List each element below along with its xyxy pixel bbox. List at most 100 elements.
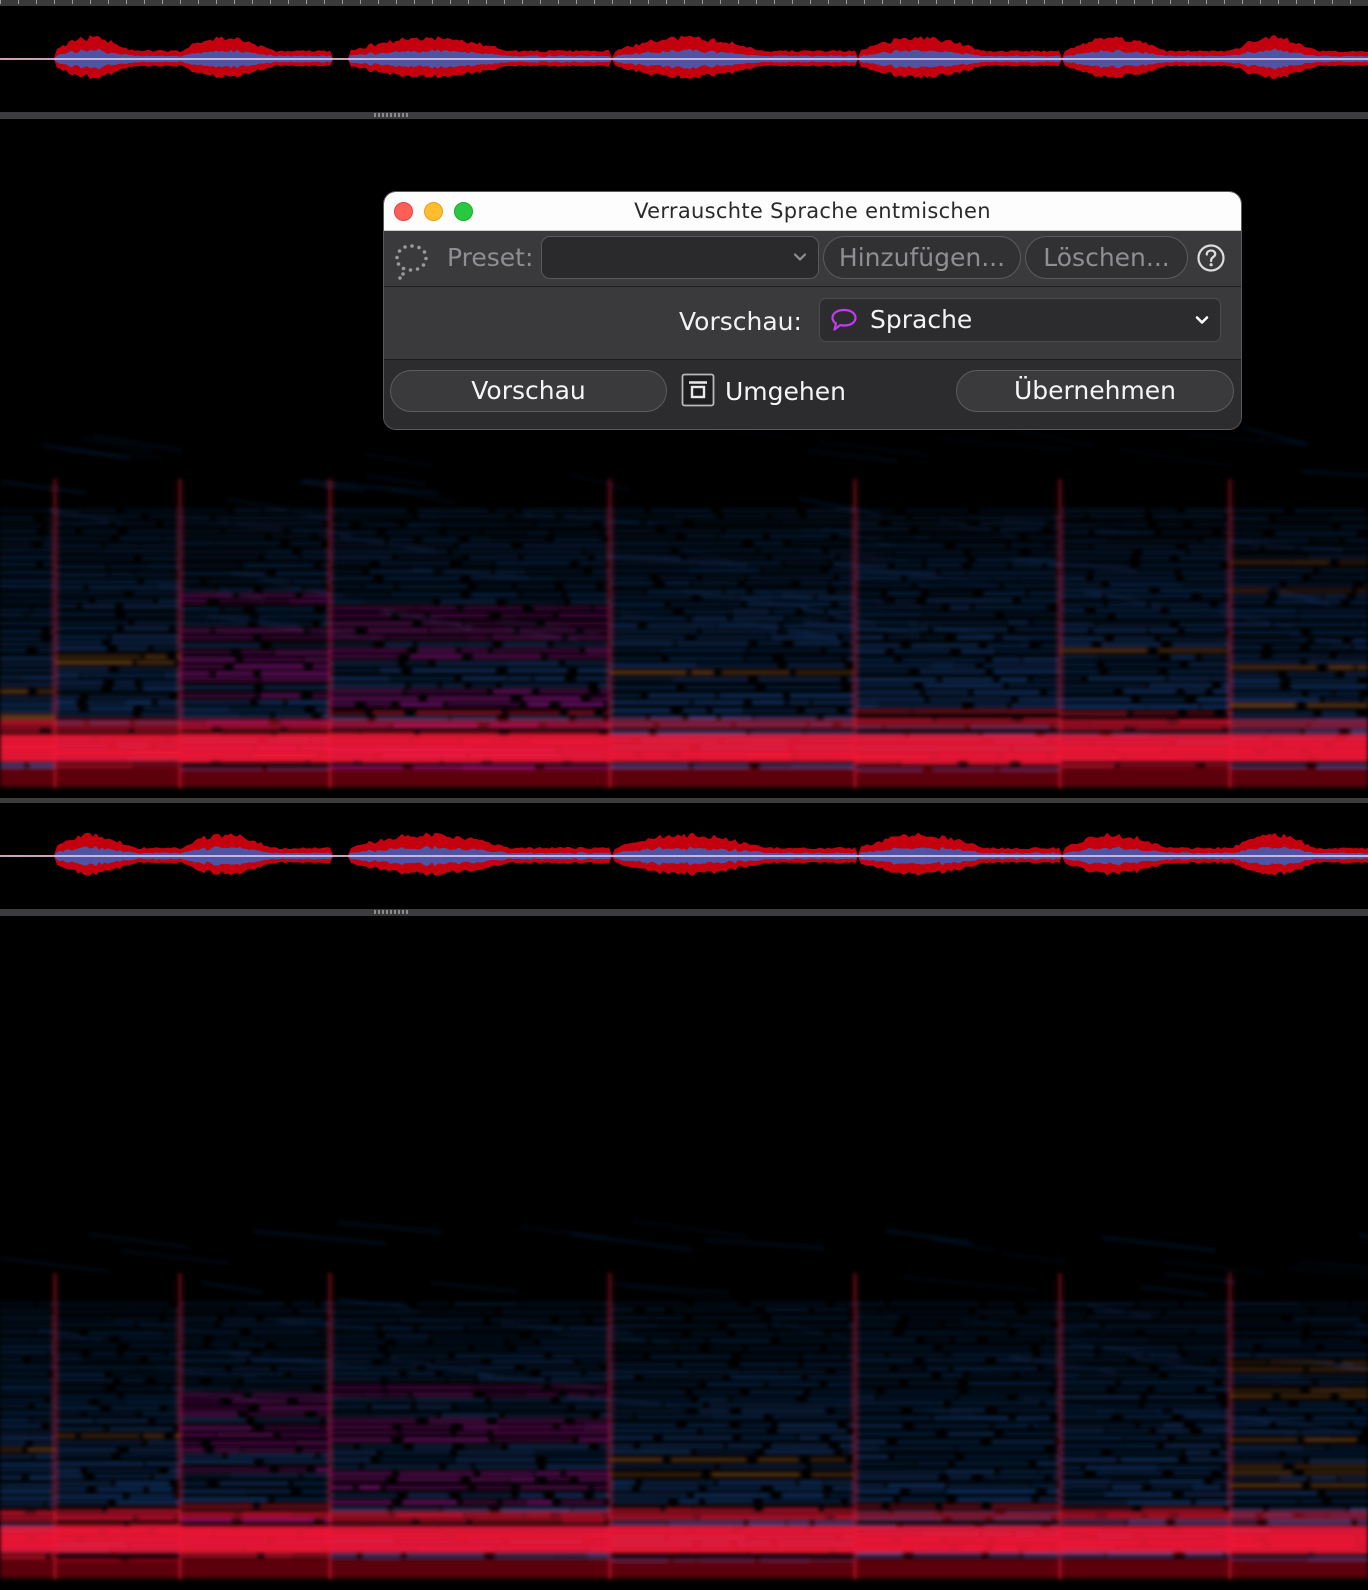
spectrogram-band — [1020, 1316, 1060, 1320]
settings-panel: Vorschau: Sprache — [384, 287, 1241, 359]
spectrogram-band — [1275, 517, 1327, 520]
spectrogram-band — [1163, 1316, 1230, 1320]
spectrogram-band — [180, 516, 211, 519]
spectrogram-band — [1260, 509, 1284, 512]
spectrogram-band — [401, 1431, 451, 1435]
spectrogram-band — [84, 509, 116, 512]
spectrogram-band — [719, 1465, 806, 1469]
spectrogram-band — [157, 586, 180, 589]
spectrogram-band — [386, 1392, 409, 1396]
apply-button[interactable]: Übernehmen — [956, 370, 1234, 412]
spectrogram-band — [361, 523, 398, 526]
spectrogram-band — [1060, 1387, 1107, 1391]
lane-divider-1[interactable] — [0, 112, 1368, 119]
spectrogram-band — [105, 544, 140, 547]
spectrogram-band — [1101, 643, 1161, 646]
spectrogram-band — [153, 1475, 180, 1478]
spectrogram-band — [1060, 509, 1146, 512]
spectrogram-band — [0, 1558, 55, 1579]
spectrogram-band — [1060, 545, 1090, 548]
spectrogram-band — [1264, 547, 1296, 550]
spectrogram-band — [55, 1372, 105, 1376]
spectrogram-band — [0, 1378, 53, 1382]
spectrogram-band — [330, 1477, 387, 1481]
spectrogram-band — [894, 564, 923, 567]
spectrogram-band — [610, 1302, 688, 1306]
spectrogram-band — [141, 713, 180, 716]
bypass-label[interactable]: Umgehen — [725, 376, 846, 408]
preview-mode-label: Vorschau: — [679, 307, 802, 336]
spectrogram-band — [116, 1386, 166, 1390]
waveform-track-1[interactable] — [0, 6, 1368, 116]
dialog-titlebar[interactable]: Verrauschte Sprache entmischen — [384, 192, 1241, 231]
spectrogram-band — [180, 1309, 230, 1313]
spectrogram-band — [55, 1500, 108, 1504]
spectrogram-band — [610, 1409, 687, 1413]
speech-bubble-dotted-icon — [395, 244, 428, 280]
preset-dropdown[interactable] — [541, 236, 819, 279]
spectrogram-band — [739, 1363, 799, 1366]
spectrogram-band — [180, 1399, 221, 1403]
spectrogram-band — [392, 1507, 440, 1511]
spectrogram-band — [565, 1472, 610, 1476]
spectrogram-band — [1202, 615, 1230, 618]
spectrogram-band — [141, 681, 180, 684]
question-circle-icon[interactable] — [1196, 243, 1226, 273]
spectrogram-band — [552, 531, 601, 534]
spectrogram-band — [363, 1465, 440, 1469]
spectrogram-band — [1341, 525, 1368, 528]
waveform-track-2[interactable] — [0, 803, 1368, 913]
spectrogram-band — [330, 1458, 371, 1462]
spectrogram-band — [1230, 1525, 1368, 1554]
spectrogram-band — [55, 1481, 112, 1485]
resize-grip-icon[interactable] — [374, 113, 410, 117]
spectrogram-band — [1200, 705, 1230, 708]
spectrogram-band — [125, 701, 153, 704]
spectrogram-band — [438, 515, 508, 518]
spectrogram-band — [460, 649, 489, 652]
spectrogram-band — [446, 1465, 472, 1469]
spectrogram-band — [403, 1438, 490, 1442]
spectrogram-band — [295, 1441, 330, 1445]
spectrogram-band — [215, 516, 304, 519]
spectrogram-band — [1338, 1477, 1368, 1480]
spectrogram-band — [274, 1497, 330, 1501]
spectrogram-band — [855, 1302, 885, 1306]
spectrogram-band — [1356, 589, 1368, 592]
lane-divider-3[interactable] — [0, 909, 1368, 916]
spectrogram-band — [751, 1302, 827, 1306]
resize-grip-icon[interactable] — [374, 910, 410, 914]
spectrogram-band — [670, 1458, 747, 1462]
preview-button[interactable]: Vorschau — [390, 370, 667, 412]
add-preset-button[interactable]: Hinzufügen... — [823, 236, 1021, 279]
spectrogram-band — [117, 647, 148, 650]
spectrogram-band — [224, 1317, 257, 1321]
spectrogram-band — [180, 714, 240, 717]
spectrogram-band — [1230, 1353, 1252, 1357]
spectrogram-band — [531, 1334, 610, 1338]
preview-mode-dropdown[interactable]: Sprache — [819, 298, 1221, 342]
spectrogram-band — [136, 1365, 180, 1369]
spectrogram-band — [304, 516, 330, 519]
bypass-toggle-icon[interactable] — [681, 373, 715, 407]
spectrogram-band — [55, 1344, 119, 1348]
spectrogram-band — [180, 694, 257, 697]
spectrogram-band — [491, 636, 563, 639]
spectrogram-track-2[interactable] — [0, 916, 1368, 1590]
spectrogram-band — [330, 662, 399, 665]
spectrogram-band — [1163, 1324, 1230, 1328]
spectrogram-band — [1230, 615, 1299, 618]
spectrogram-band — [1230, 623, 1272, 626]
spectrogram-band — [180, 535, 266, 538]
spectrogram-band — [986, 644, 1030, 647]
spectrogram-band — [522, 544, 608, 547]
spectrogram-band — [718, 694, 784, 697]
delete-preset-button[interactable]: Löschen... — [1025, 236, 1188, 279]
spectrogram-band — [0, 697, 55, 700]
spectrogram-band — [684, 686, 756, 689]
spectrogram-band — [855, 636, 884, 639]
spectrogram-band — [55, 1337, 109, 1341]
spectrogram-band — [973, 691, 1040, 694]
spectrogram-band — [1107, 670, 1159, 673]
spectrogram-band — [1174, 1436, 1220, 1440]
